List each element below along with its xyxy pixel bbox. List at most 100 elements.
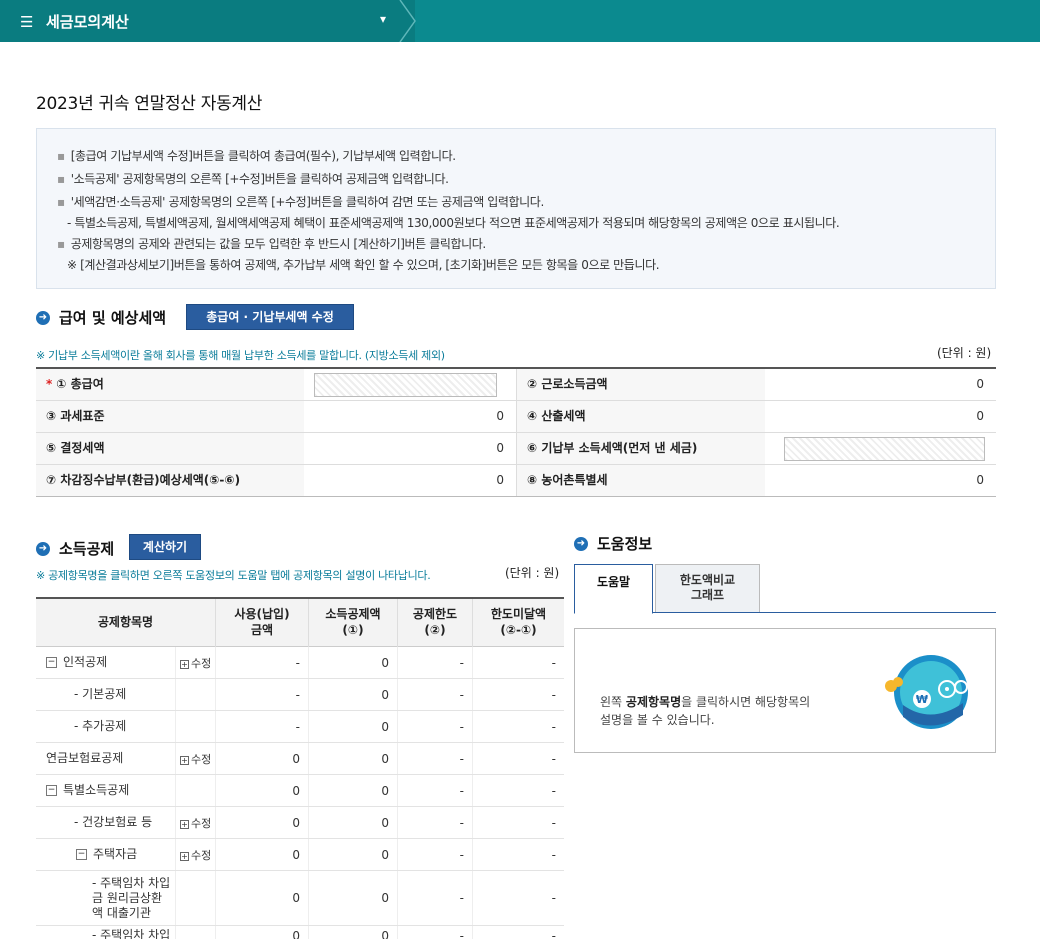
breadcrumb-separator-icon [399,0,416,42]
salary-section-title: ➜ 급여 및 예상세액 [36,307,166,328]
cell-use: 0 [215,839,308,870]
item-label: - 추가공제 [74,719,127,733]
prepaid-tax-input[interactable] [784,437,985,461]
deduction-item-name[interactable]: - 주택임차 차입금 원리금상환액 대출기관 [36,871,176,925]
row-label: * ① 총급여 [36,369,304,400]
deduction-item-name[interactable]: − 특별소득공제 [36,775,176,806]
item-label: - 주택임차 차입 [92,928,171,939]
cell-under: - [472,871,564,925]
plus-icon: + [180,819,189,829]
table-row: − 인적공제 + 수정 -0- - [36,647,564,679]
deduction-item-name[interactable]: - 건강보험료 등 [36,807,176,838]
edit-cell [175,871,215,925]
deduction-table-body: − 인적공제 + 수정 -0- - - 기본공제 -0- - - 추가공제 -0- - 연금보험료공제 +… [36,647,564,939]
menu-title: 세금모의계산 [46,13,129,31]
edit-cell: + 수정 [175,839,215,870]
cell-ded: 0 [308,647,397,678]
instructions-box: ▪ [총급여 기납부세액 수정]버튼을 클릭하여 총급여(필수), 기납부세액 입… [36,128,996,289]
arrow-circle-icon: ➜ [574,536,588,551]
deduction-note: ※ 공제항목명을 클릭하면 오른쪽 도움정보의 도움말 탭에 공제항목의 설명이… [36,569,431,582]
deduction-item-name[interactable]: - 주택임차 차입 [36,926,176,939]
item-label: - 주택임차 차입금 원리금상환액 대출기관 [92,875,171,920]
row-label: ③ 과세표준 [36,401,304,432]
edit-cell [175,926,215,939]
cell-ded: 0 [308,711,397,742]
cell-lim: - [397,839,472,870]
table-row: - 건강보험료 등 + 수정 0 0- - [36,807,564,839]
salary-table: * ① 총급여 ② 근로소득금액 0 ③ 과세표준 0 ④ 산출세액 0 ⑤ 결정… [36,367,996,497]
cell-under: - [472,926,564,939]
plus-icon: + [180,851,189,861]
edit-button[interactable]: + 수정 [180,815,211,831]
cell-under: - [472,743,564,774]
total-salary-input[interactable] [314,373,497,397]
cell-use: - [215,647,308,678]
collapse-icon[interactable]: − [46,657,57,668]
cell-under: - [472,775,564,806]
won-mascot-icon: ₩ [885,655,968,729]
edit-button[interactable]: + 수정 [180,655,211,671]
edit-label: 수정 [191,656,212,670]
cell-ded: 0 [308,743,397,774]
svg-text:₩: ₩ [916,693,928,706]
collapse-icon[interactable]: − [76,849,87,860]
chevron-down-icon[interactable]: ▾ [380,12,386,26]
row-value: 0 [976,473,984,487]
edit-salary-tax-button[interactable]: 총급여 · 기납부세액 수정 [186,304,354,330]
cell-use: - [215,711,308,742]
row-value: 0 [496,441,504,455]
help-section-title: ➜ 도움정보 [574,533,652,554]
row-value: 0 [976,377,984,391]
table-row: − 특별소득공제 0 0- - [36,775,564,807]
table-row: ⑦ 차감징수납부(환급)예상세액(⑤-⑥) 0 ⑧ 농어촌특별세 0 [36,465,996,497]
table-row: 연금보험료공제 + 수정 0 0- - [36,743,564,775]
row-label: ② 근로소득금액 [516,369,765,400]
cell-under: - [472,839,564,870]
deduction-item-name[interactable]: − 주택자금 [36,839,176,870]
edit-cell: + 수정 [175,807,215,838]
cell-ded: 0 [308,871,397,925]
prepaid-tax-cell [765,433,996,464]
tab-limit-compare-graph[interactable]: 한도액비교 그래프 [655,564,760,612]
item-label: - 기본공제 [74,687,127,701]
row-value: 0 [976,409,984,423]
tab-help[interactable]: 도움말 [574,564,653,614]
cell-under: - [472,679,564,710]
cell-use: 0 [215,871,308,925]
deduction-section-title: ➜ 소득공제 [36,538,114,559]
instruction-item: ▪ [총급여 기납부세액 수정]버튼을 클릭하여 총급여(필수), 기납부세액 입… [57,149,456,163]
instruction-subitem: ※ [계산결과상세보기]버튼을 통하여 공제액, 추가납부 세액 확인 할 수 … [67,258,660,272]
cell-lim: - [397,807,472,838]
cell-ded: 0 [308,839,397,870]
edit-cell [175,679,215,710]
instruction-item: ▪ 공제항목명의 공제와 관련되는 값을 모두 입력한 후 반드시 [계산하기]버… [57,237,486,251]
calculate-button[interactable]: 계산하기 [129,534,201,560]
table-header: 공제항목명 사용(납입) 금액 소득공제액 (①) 공제한도 (②) 한도미달액 (②-… [36,599,564,647]
table-row: ⑤ 결정세액 0 ⑥ 기납부 소득세액(먼저 낸 세금) [36,433,996,465]
item-label: 특별소득공제 [63,783,130,797]
cell-lim: - [397,679,472,710]
cell-lim: - [397,743,472,774]
item-label: 주택자금 [93,847,138,861]
deduction-item-name[interactable]: − 인적공제 [36,647,176,678]
cell-use: 0 [215,775,308,806]
table-row: - 추가공제 -0- - [36,711,564,743]
deduction-item-name[interactable]: - 기본공제 [36,679,176,710]
salary-unit: (단위 : 원) [937,346,992,360]
row-value: 0 [496,473,504,487]
edit-button[interactable]: + 수정 [180,847,211,863]
edit-button[interactable]: + 수정 [180,751,211,767]
edit-label: 수정 [191,848,212,862]
collapse-icon[interactable]: − [46,785,57,796]
row-value: 0 [496,409,504,423]
item-label: 인적공제 [63,655,108,669]
hamburger-icon[interactable]: ☰ [20,13,33,31]
row-label: ⑧ 농어촌특별세 [516,465,765,496]
deduction-item-name[interactable]: 연금보험료공제 [36,743,176,774]
menu-dropdown[interactable]: ☰ 세금모의계산 ▾ [0,0,415,42]
deduction-unit: (단위 : 원) [505,566,560,580]
deduction-item-name[interactable]: - 추가공제 [36,711,176,742]
plus-icon: + [180,755,189,765]
table-row: ③ 과세표준 0 ④ 산출세액 0 [36,401,996,433]
arrow-circle-icon: ➜ [36,541,50,556]
